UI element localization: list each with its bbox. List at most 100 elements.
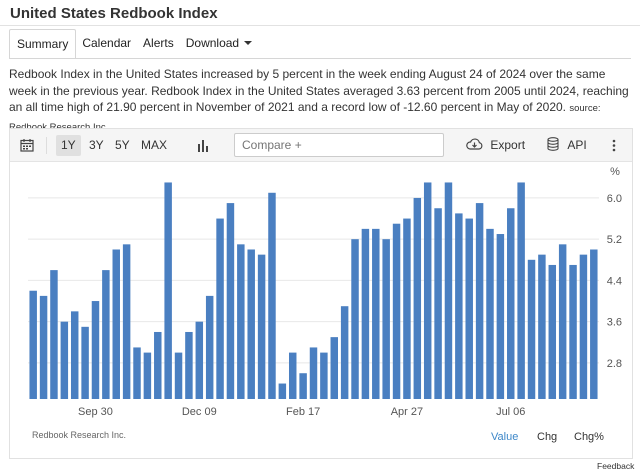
range-1y-button[interactable]: 1Y xyxy=(56,135,81,156)
y-tick-label: 2.8 xyxy=(607,358,622,370)
bar[interactable] xyxy=(569,264,577,399)
bar-chart: % 2.8 3.6 4.4 5.2 6.0 Sep 30 Dec 09 Feb 17 Apr 27… xyxy=(28,166,622,418)
bar[interactable] xyxy=(340,306,349,399)
export-label: Export xyxy=(490,138,526,152)
mode-chg-pct-button[interactable]: Chg% xyxy=(574,431,604,443)
feedback-link[interactable]: Feedback xyxy=(597,461,634,471)
x-tick-label: Feb 17 xyxy=(286,406,320,418)
tab-summary[interactable]: Summary xyxy=(9,29,77,59)
y-tick-label: 3.6 xyxy=(607,317,622,329)
export-button[interactable]: Export xyxy=(466,129,525,162)
x-tick-label: Sep 30 xyxy=(78,406,113,418)
y-unit-label: % xyxy=(610,166,620,178)
description-text: Redbook Index in the United States incre… xyxy=(9,67,629,114)
mode-value-button[interactable]: Value xyxy=(491,431,518,443)
bar[interactable] xyxy=(164,182,172,399)
range-5y-button[interactable]: 5Y xyxy=(115,129,130,162)
bar[interactable] xyxy=(143,352,152,399)
calendar-icon[interactable] xyxy=(20,138,34,154)
bar[interactable] xyxy=(154,331,162,399)
bar[interactable] xyxy=(205,295,214,399)
mode-chg-button[interactable]: Chg xyxy=(537,431,557,443)
bar[interactable] xyxy=(361,228,370,399)
bar[interactable] xyxy=(70,311,79,399)
toolbar-separator xyxy=(46,137,47,154)
description: Redbook Index in the United States incre… xyxy=(9,66,633,136)
page-title: United States Redbook Index xyxy=(10,5,218,22)
x-tick-label: Apr 27 xyxy=(391,406,423,418)
x-tick-label: Jul 06 xyxy=(496,406,525,418)
tab-calendar[interactable]: Calendar xyxy=(76,29,137,59)
bar[interactable] xyxy=(174,352,183,399)
range-max-button[interactable]: MAX xyxy=(141,129,167,162)
bar[interactable] xyxy=(527,259,536,399)
bar[interactable] xyxy=(309,347,318,399)
chart-panel: 1Y 3Y 5Y MAX Export API xyxy=(9,128,633,459)
bar[interactable] xyxy=(382,239,390,399)
bar[interactable] xyxy=(413,197,422,399)
bar[interactable] xyxy=(517,182,525,399)
bar[interactable] xyxy=(548,264,557,399)
bar[interactable] xyxy=(29,290,37,399)
database-icon xyxy=(547,137,559,151)
tab-alerts[interactable]: Alerts xyxy=(137,29,180,59)
bar[interactable] xyxy=(122,244,131,399)
title-divider xyxy=(0,25,640,26)
y-tick-label: 5.2 xyxy=(607,234,622,246)
bar-chart-icon[interactable] xyxy=(197,139,209,153)
bar[interactable] xyxy=(475,203,484,399)
bar[interactable] xyxy=(257,254,266,399)
bar[interactable] xyxy=(50,270,58,399)
api-label: API xyxy=(567,138,587,152)
bar[interactable] xyxy=(278,383,287,399)
tab-download-label: Download xyxy=(185,36,240,50)
y-tick-label: 6.0 xyxy=(607,193,622,205)
tab-download[interactable]: Download xyxy=(180,29,258,59)
cloud-download-icon xyxy=(466,138,483,150)
compare-input[interactable] xyxy=(234,133,444,157)
bar[interactable] xyxy=(288,352,297,399)
range-3y-button[interactable]: 3Y xyxy=(89,129,104,162)
bar[interactable] xyxy=(133,347,141,399)
bar[interactable] xyxy=(538,254,546,399)
bar[interactable] xyxy=(403,218,411,399)
bar[interactable] xyxy=(237,244,245,399)
bar[interactable] xyxy=(268,192,276,399)
api-button[interactable]: API xyxy=(547,129,587,162)
bar[interactable] xyxy=(579,254,588,399)
more-vert-icon[interactable] xyxy=(612,139,616,153)
bar[interactable] xyxy=(455,213,463,399)
bar[interactable] xyxy=(330,337,339,399)
bar[interactable] xyxy=(247,249,255,399)
x-tick-label: Dec 09 xyxy=(182,406,217,418)
y-tick-label: 4.4 xyxy=(607,275,622,287)
bar[interactable] xyxy=(91,301,100,399)
bar[interactable] xyxy=(299,373,307,399)
chevron-down-icon xyxy=(244,41,253,45)
bar[interactable] xyxy=(216,218,224,399)
bar[interactable] xyxy=(372,228,380,399)
bar[interactable] xyxy=(81,326,89,399)
bar[interactable] xyxy=(226,203,235,399)
bar[interactable] xyxy=(434,208,442,399)
bar[interactable] xyxy=(102,270,110,399)
chart-source: Redbook Research Inc. xyxy=(32,430,127,440)
bar[interactable] xyxy=(465,218,473,399)
bar[interactable] xyxy=(558,244,567,399)
bar[interactable] xyxy=(507,208,515,399)
bar[interactable] xyxy=(320,352,328,399)
bar[interactable] xyxy=(112,249,120,399)
bar[interactable] xyxy=(195,321,204,399)
bar[interactable] xyxy=(590,249,598,399)
bar[interactable] xyxy=(486,228,494,399)
bar[interactable] xyxy=(444,182,453,399)
chart-toolbar: 1Y 3Y 5Y MAX Export API xyxy=(10,129,632,162)
bar[interactable] xyxy=(423,182,432,399)
bar[interactable] xyxy=(351,239,359,399)
tab-bar: Summary Calendar Alerts Download xyxy=(9,29,258,59)
bar[interactable] xyxy=(392,223,401,399)
bar[interactable] xyxy=(60,321,69,399)
bar[interactable] xyxy=(39,295,48,399)
bar[interactable] xyxy=(496,234,505,399)
bar[interactable] xyxy=(185,331,193,399)
